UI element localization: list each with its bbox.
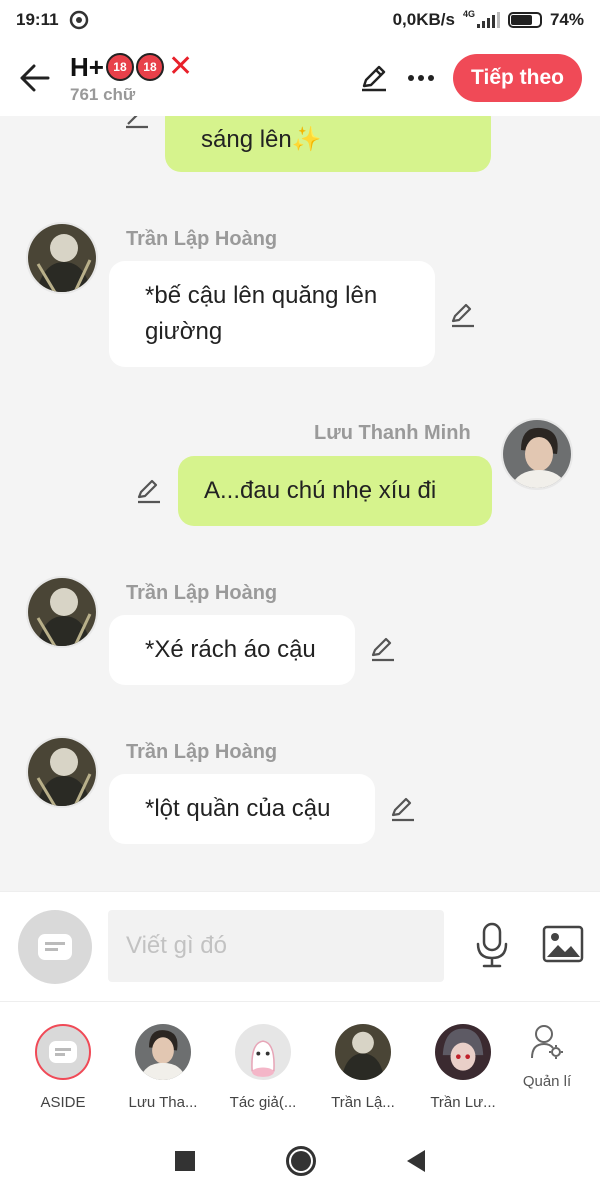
chat-bubble-icon <box>38 934 72 960</box>
edit-message-icon[interactable] <box>136 478 162 504</box>
message-input[interactable] <box>108 910 444 982</box>
message-text: *lột quần của cậu <box>145 795 331 822</box>
message-bubble[interactable]: *Xé rách áo cậu <box>109 615 355 685</box>
message-text: *bế cậu lên quăng lên <box>145 282 378 309</box>
battery-percent: 74% <box>549 10 584 29</box>
network-type: 4G <box>462 9 475 19</box>
avatar[interactable] <box>501 418 573 490</box>
story-title: H+ 18 18 ✕ <box>70 52 193 83</box>
edit-icon[interactable] <box>359 63 389 93</box>
battery-icon <box>507 12 542 28</box>
title-block: H+ 18 18 ✕ 761 chữ <box>70 52 193 105</box>
edit-message-icon[interactable] <box>450 302 476 328</box>
next-button[interactable]: Tiếp theo <box>453 54 582 102</box>
sender-name: Lưu Thanh Minh <box>314 422 471 444</box>
character-item[interactable]: Tác giả(... <box>218 1024 308 1111</box>
network-speed: 0,0KB/s <box>392 10 455 29</box>
message-bubble[interactable]: *lột quần của cậu <box>109 774 375 844</box>
manage-label: Quản lí <box>522 1073 572 1090</box>
microphone-icon[interactable] <box>474 922 510 968</box>
manage-characters-button[interactable]: Quản lí <box>512 1024 582 1090</box>
cross-mark-icon: ✕ <box>167 50 194 83</box>
status-time: 19:11 <box>16 10 59 29</box>
edit-message-icon[interactable] <box>370 636 396 662</box>
sender-name: Trần Lập Hoàng <box>126 582 278 604</box>
avatar <box>135 1024 191 1080</box>
word-count: 761 chữ <box>70 84 136 104</box>
character-aside[interactable]: ASIDE <box>18 1024 108 1111</box>
character-item[interactable]: Lưu Tha... <box>118 1024 208 1111</box>
back-arrow-icon[interactable] <box>0 40 70 116</box>
chat-bubble-icon <box>49 1041 77 1063</box>
edit-message-icon[interactable] <box>124 116 150 130</box>
title-text: H+ <box>70 51 104 82</box>
avatar[interactable] <box>26 222 98 294</box>
avatar <box>335 1024 391 1080</box>
home-icon[interactable] <box>285 1145 316 1176</box>
aside-avatar <box>35 1024 91 1080</box>
status-bar: 19:11 0,0KB/s 4G 74% <box>0 0 600 40</box>
signal-icon <box>476 12 500 28</box>
age-18-icon: 18 <box>135 53 164 81</box>
more-icon[interactable] <box>407 74 435 82</box>
character-label: Tác giả(... <box>229 1094 297 1111</box>
back-icon[interactable] <box>406 1149 425 1172</box>
user-settings-icon <box>531 1025 563 1059</box>
avatar[interactable] <box>26 576 98 648</box>
character-label: Trần Lư... <box>430 1094 496 1111</box>
sender-name: Trần Lập Hoàng <box>126 228 278 250</box>
app-notification-icon <box>69 10 88 30</box>
character-item[interactable]: Trần Lư... <box>418 1024 508 1111</box>
avatar <box>435 1024 491 1080</box>
composer <box>0 891 600 1001</box>
edit-message-icon[interactable] <box>390 796 416 822</box>
image-icon[interactable] <box>542 925 584 963</box>
age-18-icon: 18 <box>105 53 134 81</box>
message-bubble[interactable]: sáng lên✨ <box>165 116 491 172</box>
system-nav-bar <box>0 1121 600 1200</box>
message-text: *Xé rách áo cậu <box>145 636 316 663</box>
character-label: Lưu Tha... <box>128 1094 198 1111</box>
aside-toggle-button[interactable] <box>18 910 92 984</box>
avatar <box>235 1024 291 1080</box>
message-bubble[interactable]: *bế cậu lên quăng lên giường <box>109 261 435 367</box>
character-bar: ASIDE Lưu Tha... Tác giả(... Trần Lậ... … <box>0 1001 600 1121</box>
message-text: A...đau chú nhẹ xíu đi <box>204 477 437 504</box>
character-item[interactable]: Trần Lậ... <box>318 1024 408 1111</box>
message-bubble[interactable]: A...đau chú nhẹ xíu đi <box>178 456 492 526</box>
character-label: ASIDE <box>40 1094 86 1111</box>
chat-area[interactable]: sáng lên✨ Trần Lập Hoàng *bế cậu lên quă… <box>0 116 600 891</box>
app-header: H+ 18 18 ✕ 761 chữ Tiếp theo <box>0 40 600 116</box>
message-text: sáng lên✨ <box>201 126 322 153</box>
avatar[interactable] <box>26 736 98 808</box>
recents-icon[interactable] <box>175 1150 196 1171</box>
message-text: giường <box>145 318 223 345</box>
sender-name: Trần Lập Hoàng <box>126 741 278 763</box>
character-label: Trần Lậ... <box>331 1094 395 1111</box>
